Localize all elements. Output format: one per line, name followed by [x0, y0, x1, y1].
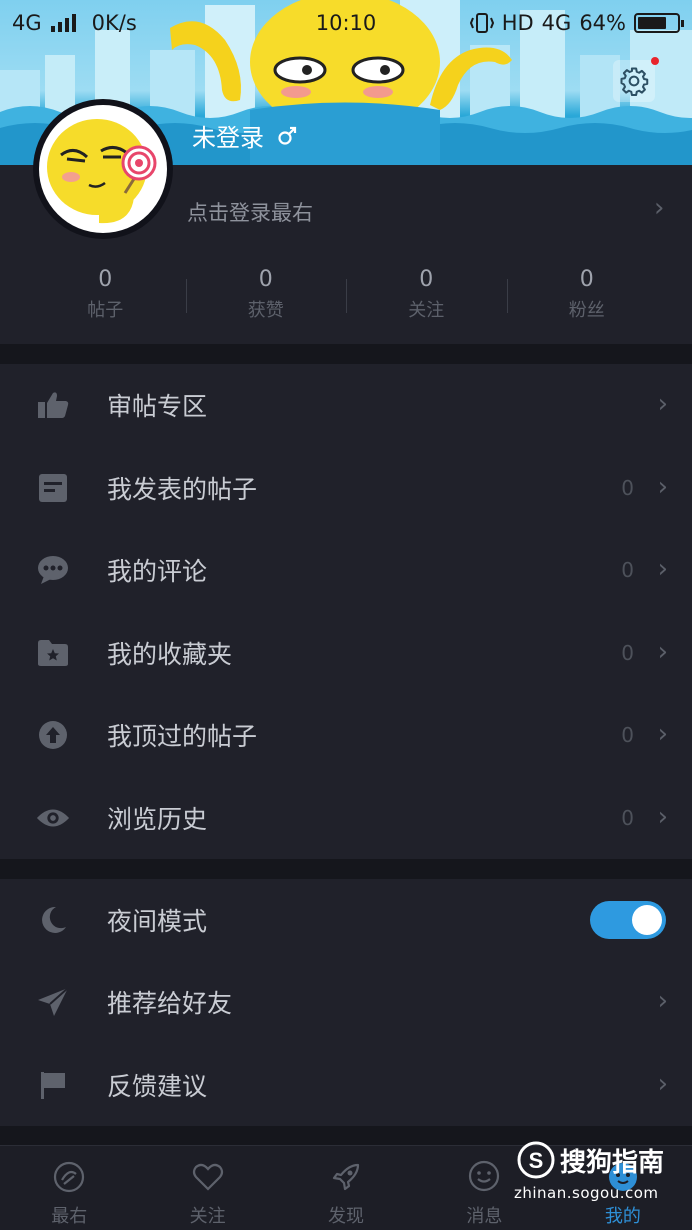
hd-indicator: HD — [501, 11, 534, 35]
username[interactable]: 未登录 — [192, 118, 264, 153]
up-arrow-circle-icon — [36, 718, 70, 752]
stat-label: 获赞 — [247, 300, 284, 321]
document-icon — [36, 471, 70, 505]
chevron-right-icon: › — [657, 801, 668, 832]
battery-percent: 64% — [579, 11, 626, 35]
menu-item-count: 0 — [621, 723, 634, 748]
menu-item-count: 0 — [621, 558, 634, 583]
heart-icon — [192, 1163, 223, 1191]
chevron-right-icon: › — [657, 636, 668, 667]
menu-item-label: 夜间模式 — [107, 907, 208, 937]
battery-icon — [634, 13, 684, 33]
menu-item-night-mode: 夜间模式 — [0, 879, 692, 961]
menu-item-label: 审帖专区 — [107, 392, 208, 422]
smiley-chat-icon — [469, 1160, 500, 1192]
chevron-right-icon: › — [657, 389, 668, 420]
settings-button[interactable] — [613, 60, 655, 102]
sogou-logo-icon: S — [517, 1141, 555, 1179]
menu-item-upvoted-posts[interactable]: 我顶过的帖子 0 › — [0, 694, 692, 777]
gear-icon — [620, 67, 649, 96]
menu-item-count: 0 — [621, 475, 634, 500]
eye-icon — [36, 801, 70, 835]
stat-label: 帖子 — [87, 300, 124, 321]
menu-item-favorites[interactable]: 我的收藏夹 0 › — [0, 612, 692, 695]
stats-bar: 0 帖子 0 获赞 0 关注 0 粉丝 — [25, 267, 667, 327]
menu-item-my-comments[interactable]: 我的评论 0 › — [0, 529, 692, 612]
sogou-watermark: S 搜狗指南 zhinan.sogou.com — [514, 1138, 684, 1208]
stat-label: 关注 — [408, 300, 445, 321]
menu-item-history[interactable]: 浏览历史 0 › — [0, 777, 692, 860]
chevron-right-icon: › — [657, 719, 668, 750]
menu-item-label: 反馈建议 — [107, 1071, 208, 1101]
male-icon — [278, 126, 297, 145]
menu-item-label: 浏览历史 — [107, 804, 208, 834]
star-folder-icon — [36, 636, 70, 670]
vibrate-icon — [469, 13, 494, 33]
status-bar: 4G 0K/s 10:10 HD 4G 64% — [0, 0, 692, 48]
chevron-right-icon[interactable]: › — [654, 193, 664, 223]
menu-item-review-zone[interactable]: 审帖专区 › — [0, 364, 692, 447]
menu-item-feedback[interactable]: 反馈建议 › — [0, 1044, 692, 1126]
menu-item-label: 我顶过的帖子 — [107, 722, 258, 752]
stat-value: 0 — [258, 267, 273, 292]
tab-discover[interactable]: 发现 — [277, 1146, 415, 1230]
avatar[interactable] — [33, 99, 173, 239]
network-type-right: 4G — [541, 11, 572, 35]
stat-followers[interactable]: 0 粉丝 — [506, 267, 668, 327]
watermark-brand: 搜狗指南 — [560, 1148, 665, 1178]
night-mode-toggle[interactable] — [590, 901, 666, 940]
chevron-right-icon: › — [657, 471, 668, 502]
chevron-right-icon: › — [657, 986, 668, 1017]
menu-item-share-app[interactable]: 推荐给好友 › — [0, 961, 692, 1043]
flag-icon — [36, 1068, 70, 1102]
stat-posts[interactable]: 0 帖子 — [25, 267, 186, 327]
moon-icon — [36, 903, 70, 937]
menu-section-content: 审帖专区 › 我发表的帖子 0 › 我的评论 0 › 我的收藏夹 0 › 我顶过… — [0, 364, 692, 859]
thumbs-up-icon — [36, 388, 70, 422]
paper-plane-icon — [36, 985, 70, 1019]
chat-bubble-icon — [36, 553, 70, 587]
menu-section-settings: 夜间模式 推荐给好友 › 反馈建议 › — [0, 879, 692, 1126]
rocket-icon — [332, 1163, 360, 1191]
tab-zuiyou[interactable]: 最右 — [0, 1146, 138, 1230]
menu-item-count: 0 — [621, 805, 634, 830]
menu-item-count: 0 — [621, 640, 634, 665]
zuiyou-icon — [54, 1161, 85, 1193]
tab-label: 发现 — [328, 1206, 365, 1227]
avatar-image — [39, 105, 167, 233]
stat-value: 0 — [419, 267, 434, 292]
chevron-right-icon: › — [657, 554, 668, 585]
menu-item-label: 推荐给好友 — [107, 989, 233, 1019]
tab-label: 最右 — [51, 1206, 88, 1227]
login-link[interactable]: 点击登录最右 — [187, 197, 313, 227]
notification-dot — [651, 57, 659, 65]
chevron-right-icon: › — [657, 1068, 668, 1099]
menu-item-label: 我的收藏夹 — [107, 639, 233, 669]
watermark-url: zhinan.sogou.com — [514, 1184, 659, 1202]
stat-value: 0 — [579, 267, 594, 292]
stat-label: 粉丝 — [568, 300, 605, 321]
tab-following[interactable]: 关注 — [138, 1146, 276, 1230]
tab-label: 关注 — [189, 1206, 226, 1227]
stat-likes[interactable]: 0 获赞 — [185, 267, 347, 327]
stat-following[interactable]: 0 关注 — [346, 267, 507, 327]
svg-text:S: S — [529, 1148, 544, 1173]
stat-value: 0 — [98, 267, 113, 292]
menu-item-label: 我发表的帖子 — [107, 474, 258, 504]
menu-item-label: 我的评论 — [107, 557, 208, 587]
menu-item-my-posts[interactable]: 我发表的帖子 0 › — [0, 447, 692, 530]
